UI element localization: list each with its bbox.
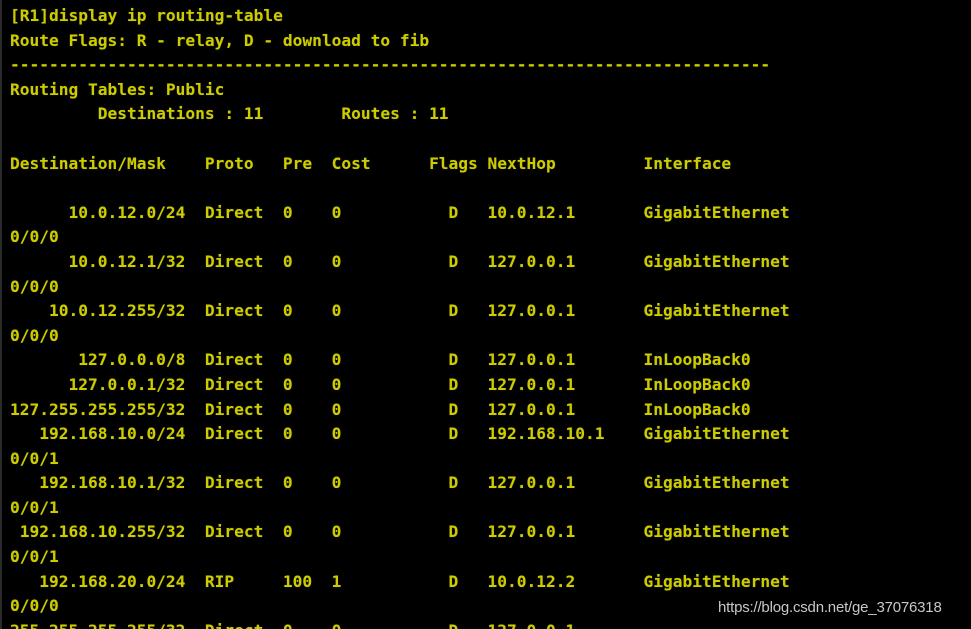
route-flags-line: Route Flags: R - relay, D - download to … [10, 30, 430, 50]
table-row-wrap: 0/0/0 [10, 227, 59, 247]
table-row: 192.168.10.255/32 Direct 0 0 D 127.0.0.1… [10, 522, 790, 542]
summary-line: Destinations : 11 Routes : 11 [10, 104, 449, 124]
table-row: 10.0.12.1/32 Direct 0 0 D 127.0.0.1 Giga… [10, 251, 790, 271]
table-row-wrap: 0/0/0 [10, 276, 59, 296]
table-row-wrap: 0/0/0 [10, 596, 59, 616]
terminal-window[interactable]: [R1]display ip routing-table Route Flags:… [0, 0, 971, 629]
table-row: 192.168.20.0/24 RIP 100 1 D 10.0.12.2 Gi… [10, 571, 790, 591]
separator-line: ----------------------------------------… [10, 55, 771, 75]
table-header-line: Destination/Mask Proto Pre Cost Flags Ne… [10, 153, 732, 173]
table-row: 192.168.10.0/24 Direct 0 0 D 192.168.10.… [10, 424, 790, 444]
table-row: 127.0.0.1/32 Direct 0 0 D 127.0.0.1 InLo… [10, 374, 751, 394]
table-row: 127.255.255.255/32 Direct 0 0 D 127.0.0.… [10, 399, 751, 419]
blank-line-1 [10, 127, 971, 152]
table-row-wrap: 0/0/1 [10, 547, 59, 567]
table-row-wrap: 0/0/0 [10, 325, 59, 345]
command-line: [R1]display ip routing-table [10, 6, 283, 25]
table-row: 255.255.255.255/32 Direct 0 0 D 127.0.0.… [10, 619, 971, 629]
table-row-wrap: 0/0/1 [10, 497, 59, 517]
table-row-wrap: 0/0/1 [10, 448, 59, 468]
blank-line-2 [10, 176, 971, 201]
table-row: 10.0.12.0/24 Direct 0 0 D 10.0.12.1 Giga… [10, 202, 790, 222]
table-row: 127.0.0.0/8 Direct 0 0 D 127.0.0.1 InLoo… [10, 350, 751, 370]
routing-tables-line: Routing Tables: Public [10, 79, 225, 99]
table-row: 192.168.10.1/32 Direct 0 0 D 127.0.0.1 G… [10, 473, 790, 493]
console-output: [R1]display ip routing-table Route Flags:… [2, 0, 971, 629]
table-row: 10.0.12.255/32 Direct 0 0 D 127.0.0.1 Gi… [10, 301, 790, 321]
